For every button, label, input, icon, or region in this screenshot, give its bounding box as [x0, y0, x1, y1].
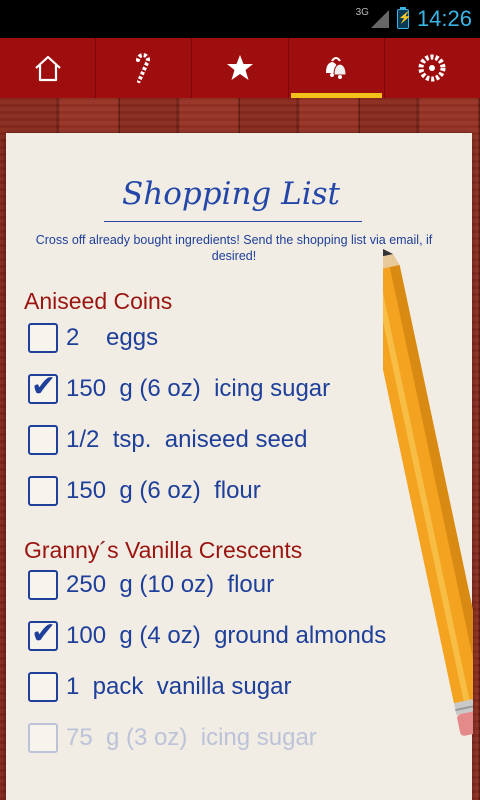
clock: 14:26 [416, 6, 472, 31]
section-heading: Granny´s Vanilla Crescents [24, 537, 303, 563]
bells-icon [326, 57, 347, 79]
list-item[interactable]: 75 g (3 oz) icing sugar [28, 721, 317, 755]
title-underline [104, 221, 362, 222]
item-checkbox[interactable] [28, 476, 58, 506]
item-label: 1/2 tsp. aniseed seed [66, 426, 308, 453]
item-label: 2 eggs [66, 324, 159, 351]
checkmark-icon: ✔ [31, 617, 57, 650]
item-checkbox[interactable] [28, 672, 58, 702]
checkmark-icon: ✔ [31, 370, 57, 403]
tab-shopping-list[interactable] [289, 38, 385, 98]
item-checkbox[interactable]: ✔ [28, 370, 58, 404]
candy-cane-icon [135, 53, 150, 83]
tab-settings[interactable] [385, 38, 480, 98]
battery-icon [396, 7, 412, 29]
list-item[interactable]: ✔ 150 g (6 oz) icing sugar [28, 370, 331, 406]
tab-candy[interactable] [96, 38, 193, 98]
tab-favorites[interactable] [192, 38, 289, 98]
item-checkbox[interactable] [28, 323, 58, 353]
page-subtitle: Cross off already bought ingredients! Se… [35, 233, 433, 263]
star-icon [227, 55, 253, 80]
list-item[interactable]: 1 pack vanilla sugar [28, 670, 291, 704]
pencil-icon [383, 245, 473, 736]
item-label: 150 g (6 oz) icing sugar [66, 375, 331, 402]
home-icon [34, 55, 61, 82]
list-item[interactable]: 250 g (10 oz) flour [28, 568, 274, 602]
page-title: Shopping List [122, 176, 340, 212]
list-item[interactable]: 2 eggs [28, 321, 158, 355]
item-checkbox[interactable] [28, 723, 58, 753]
tab-bar [0, 38, 480, 98]
item-checkbox[interactable]: ✔ [28, 617, 58, 651]
item-label: 1 pack vanilla sugar [66, 673, 292, 700]
section-heading: Aniseed Coins [24, 288, 173, 314]
item-label: 250 g (10 oz) flour [66, 571, 275, 598]
list-item[interactable]: 1/2 tsp. aniseed seed [28, 423, 308, 457]
item-checkbox[interactable] [28, 425, 58, 455]
item-label: 75 g (3 oz) icing sugar [66, 724, 317, 751]
list-item[interactable]: 150 g (6 oz) flour [28, 474, 261, 508]
status-bar: 3G 14:26 [0, 0, 480, 38]
tab-home[interactable] [0, 38, 97, 98]
item-checkbox[interactable] [28, 570, 58, 600]
list-item[interactable]: ✔ 100 g (4 oz) ground almonds [28, 617, 387, 653]
network-type: 3G [355, 6, 369, 18]
wreath-icon [418, 54, 446, 82]
signal-icon [370, 10, 389, 28]
item-label: 100 g (4 oz) ground almonds [66, 622, 387, 649]
item-label: 150 g (6 oz) flour [66, 477, 261, 504]
